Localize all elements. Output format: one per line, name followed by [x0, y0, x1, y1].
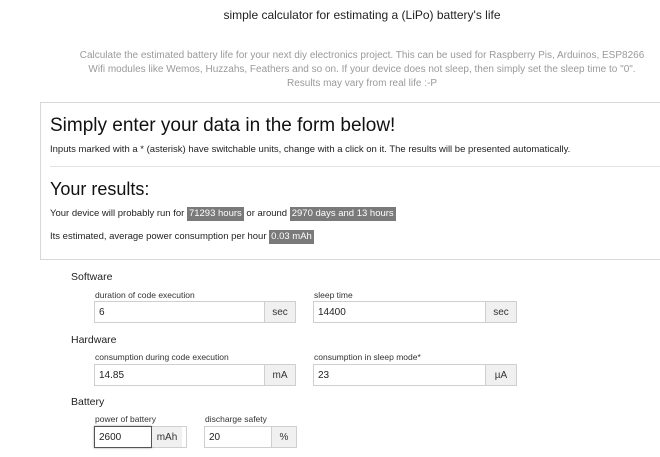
- runtime-middle: or around: [246, 208, 288, 219]
- code-duration-unit[interactable]: sec: [264, 302, 295, 322]
- battery-calculator-page: simple calculator for estimating a (LiPo…: [0, 0, 660, 457]
- runtime-days: 2970 days and 13 hours: [289, 207, 396, 221]
- software-section-title: Software: [71, 271, 113, 283]
- battery-capacity-field: mAh: [94, 426, 187, 448]
- code-duration-label: duration of code execution: [95, 290, 195, 300]
- sleep-consumption-unit[interactable]: µA: [485, 365, 516, 385]
- results-panel: Simply enter your data in the form below…: [40, 102, 660, 260]
- battery-section-title: Battery: [71, 396, 105, 408]
- discharge-safety-field: %: [204, 426, 297, 448]
- sleep-time-label: sleep time: [314, 290, 353, 300]
- results-heading: Your results:: [50, 179, 150, 199]
- intro-text: Calculate the estimated battery life for…: [79, 50, 645, 89]
- sleep-time-unit[interactable]: sec: [485, 302, 516, 322]
- code-consumption-unit[interactable]: mA: [264, 365, 295, 385]
- sleep-consumption-field: µA: [313, 364, 517, 386]
- consumption-line: Its estimated, average power consumption…: [50, 230, 314, 244]
- battery-capacity-unit[interactable]: mAh: [152, 427, 182, 447]
- consumption-value: 0.03 mAh: [269, 230, 314, 244]
- divider: [50, 166, 660, 167]
- site-title: simple calculator for estimating a (LiPo…: [223, 8, 501, 22]
- hardware-section-title: Hardware: [71, 334, 117, 346]
- sleep-consumption-input[interactable]: [314, 365, 485, 385]
- battery-capacity-label: power of battery: [95, 414, 156, 424]
- runtime-hours: 71293 hours: [186, 207, 244, 221]
- battery-capacity-input[interactable]: [94, 426, 152, 448]
- sleep-consumption-label: consumption in sleep mode*: [314, 352, 421, 362]
- consumption-prefix: Its estimated, average power consumption…: [50, 231, 267, 242]
- runtime-line: Your device will probably run for 71293 …: [50, 207, 396, 221]
- code-duration-field: sec: [94, 301, 296, 323]
- discharge-safety-unit[interactable]: %: [271, 427, 296, 447]
- form-hint: Inputs marked with a * (asterisk) have s…: [50, 144, 571, 155]
- code-consumption-label: consumption during code execution: [95, 352, 229, 362]
- discharge-safety-label: discharge safety: [205, 414, 267, 424]
- code-consumption-field: mA: [94, 364, 296, 386]
- discharge-safety-input[interactable]: [205, 427, 271, 447]
- code-consumption-input[interactable]: [95, 365, 264, 385]
- runtime-prefix: Your device will probably run for: [50, 208, 185, 219]
- code-duration-input[interactable]: [95, 302, 264, 322]
- sleep-time-input[interactable]: [314, 302, 485, 322]
- form-heading: Simply enter your data in the form below…: [50, 115, 396, 136]
- sleep-time-field: sec: [313, 301, 517, 323]
